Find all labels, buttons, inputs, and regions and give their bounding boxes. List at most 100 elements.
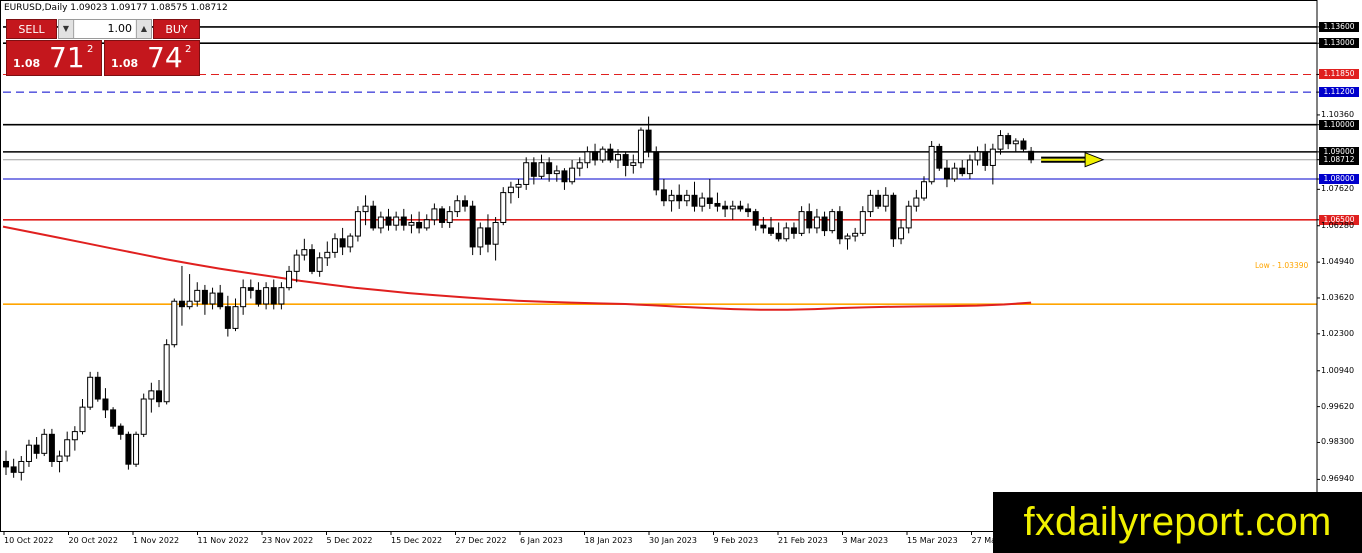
- candle: [331, 233, 338, 258]
- candle: [653, 146, 660, 196]
- candle-body: [553, 170, 560, 175]
- sell-quote[interactable]: 1.08 71 2: [6, 40, 102, 76]
- lot-increase-icon[interactable]: ▲: [136, 20, 151, 38]
- candle: [676, 184, 683, 209]
- candle: [71, 426, 78, 451]
- candle-body: [446, 211, 453, 223]
- price-tick-label: 1.04940: [1321, 257, 1355, 267]
- candle: [905, 200, 912, 234]
- candle-body: [928, 145, 935, 183]
- candle-body: [102, 398, 109, 411]
- candle-body: [117, 425, 124, 435]
- candle: [255, 282, 262, 307]
- lot-decrease-icon[interactable]: ▼: [59, 20, 74, 38]
- candle: [936, 143, 943, 171]
- candle-body: [630, 162, 637, 166]
- candle: [408, 214, 415, 234]
- sell-button[interactable]: SELL: [6, 19, 57, 39]
- candle-body: [859, 211, 866, 234]
- candle-body: [1028, 150, 1035, 161]
- candle: [102, 388, 109, 419]
- candles: [3, 116, 1035, 481]
- candle: [240, 279, 247, 315]
- candle: [209, 287, 216, 310]
- date-tick-label: 1 Nov 2022: [133, 536, 180, 545]
- candle-body: [798, 211, 805, 234]
- candle-body: [790, 227, 797, 234]
- candle: [913, 189, 920, 212]
- candle-body: [783, 227, 790, 240]
- candle-body: [676, 194, 683, 202]
- candle: [989, 143, 996, 185]
- candle-body: [584, 151, 591, 164]
- candle-body: [538, 162, 545, 177]
- candle: [1028, 146, 1035, 164]
- candle-body: [339, 238, 346, 248]
- price-tick-label: 1.00940: [1321, 365, 1355, 375]
- candle-body: [156, 390, 162, 403]
- candle-body: [515, 183, 522, 188]
- price-tick-label: 1.03620: [1321, 292, 1355, 302]
- candle: [454, 195, 461, 218]
- candle: [607, 143, 614, 163]
- candle: [462, 195, 468, 212]
- candle: [10, 458, 17, 478]
- candle: [492, 217, 499, 261]
- candle-body: [194, 289, 201, 302]
- candle: [370, 200, 377, 231]
- candle-body: [569, 167, 576, 183]
- candle-body: [898, 227, 905, 240]
- candle-body: [852, 232, 859, 237]
- candle: [898, 219, 905, 245]
- candle: [569, 160, 576, 185]
- candle-body: [370, 205, 377, 229]
- date-tick-label: 18 Jan 2023: [584, 536, 633, 545]
- candle: [263, 282, 270, 310]
- candle-body: [660, 189, 667, 202]
- candle-body: [354, 211, 361, 237]
- candle-body: [576, 162, 583, 169]
- candle: [247, 279, 254, 299]
- candle-body: [722, 205, 729, 210]
- candle-body: [484, 227, 491, 245]
- ma-line: [2, 225, 1032, 311]
- candle-body: [875, 194, 882, 207]
- candle-body: [492, 221, 499, 245]
- candle: [538, 154, 545, 180]
- candle: [477, 222, 484, 256]
- candle: [33, 437, 40, 459]
- candle-body: [48, 433, 55, 462]
- candle: [921, 176, 927, 201]
- candle: [645, 116, 652, 158]
- candle-body: [400, 216, 407, 226]
- candle: [87, 371, 94, 410]
- candle-body: [347, 235, 354, 248]
- candle: [729, 200, 736, 220]
- level-price-tag: 1.11200: [1319, 87, 1359, 98]
- candle-body: [224, 306, 231, 329]
- buy-button[interactable]: BUY: [153, 19, 200, 39]
- level-price-tag: 1.11850: [1319, 69, 1359, 80]
- lot-size-input[interactable]: 1.00: [75, 20, 135, 38]
- candle-body: [768, 227, 774, 234]
- candle: [592, 143, 599, 166]
- buy-quote[interactable]: 1.08 74 2: [104, 40, 200, 76]
- candle-body: [416, 221, 423, 229]
- candle: [117, 423, 124, 440]
- candle: [446, 206, 453, 228]
- arrow-head: [1084, 151, 1105, 168]
- candle: [217, 284, 224, 310]
- lot-size-stepper[interactable]: ▼ 1.00 ▲: [58, 19, 152, 39]
- price-tick-label: 1.07620: [1321, 184, 1355, 194]
- candle: [706, 179, 713, 209]
- candle-body: [737, 205, 744, 210]
- candle: [714, 192, 721, 212]
- candle: [515, 179, 522, 199]
- candle: [783, 222, 790, 242]
- plot-frame: [0, 0, 1318, 532]
- candle-body: [255, 289, 262, 305]
- candle-body: [316, 257, 323, 272]
- candle-body: [829, 211, 836, 232]
- candle: [347, 233, 354, 253]
- candle-body: [622, 154, 629, 166]
